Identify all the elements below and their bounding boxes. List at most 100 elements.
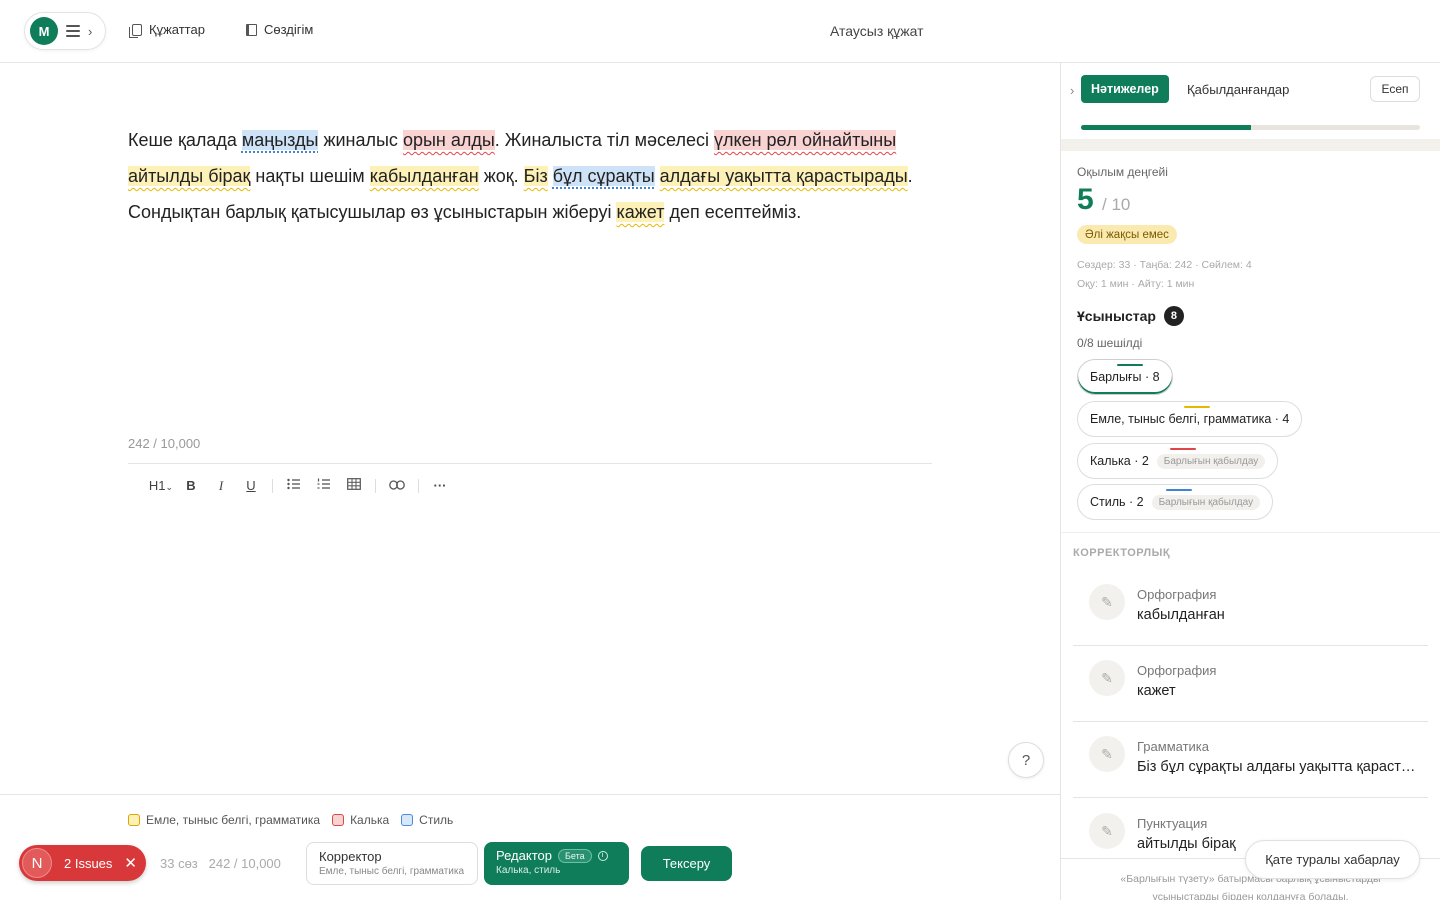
editor-text-run: деп есептейміз. — [664, 202, 802, 222]
highlighted-issue[interactable]: бұл сұрақты — [552, 166, 655, 186]
nav-dictionary[interactable]: Сөздігім — [246, 22, 313, 37]
legend-item-style: Стиль — [401, 813, 453, 827]
accept-all-style-button[interactable]: Барлығын қабылдау — [1151, 494, 1261, 510]
pencil-icon: ✎ — [1089, 736, 1125, 772]
legend-label: Емле, тыныс белгі, грамматика — [146, 813, 321, 827]
filter-chip-grammar[interactable]: Емле, тыныс белгі, грамматика · 4 — [1077, 401, 1303, 437]
highlighted-issue[interactable]: орын алды — [402, 130, 495, 150]
editor-text-run: . Жиналыста тіл мәселесі — [494, 130, 714, 150]
highlighted-issue[interactable]: маңызды — [241, 130, 319, 150]
time-stats-line: Оқу: 1 мин · Айту: 1 мин — [1077, 278, 1195, 290]
editor-text-run: нақты шешім — [250, 166, 370, 186]
text-stats-line: Сөздер: 33 · Таңба: 242 · Сөйлем: 4 — [1077, 259, 1252, 271]
report-issue-button[interactable]: Қате туралы хабарлау — [1245, 840, 1420, 879]
suggestions-title-label: Ұсыныстар — [1077, 308, 1156, 324]
mode-editor-button[interactable]: Редактор Бета i Калька, стиль — [484, 842, 629, 885]
editor-text-run: жоқ. — [478, 166, 524, 186]
info-icon[interactable]: i — [597, 850, 608, 861]
bullet-list-icon[interactable] — [279, 478, 309, 493]
filter-chip-all[interactable]: Барлығы · 8 — [1077, 359, 1173, 395]
numbered-list-icon[interactable] — [309, 478, 339, 493]
underline-button[interactable]: U — [236, 478, 266, 493]
issue-category: Орфография — [1137, 587, 1217, 602]
issues-badge[interactable]: N 2 Issues ✕ — [19, 845, 146, 881]
format-toolbar: H1⌄ B I U ··· — [128, 463, 932, 507]
issue-card[interactable]: ✎ Орфография кажет — [1073, 646, 1428, 722]
issue-text: Біз бұл сұрақты алдағы уақытта қарастыра… — [1137, 759, 1417, 775]
more-options-icon[interactable]: ··· — [425, 478, 455, 493]
issue-category: Пунктуация — [1137, 816, 1208, 831]
highlighted-issue[interactable]: кабылданған — [369, 166, 479, 186]
help-button[interactable]: ? — [1008, 742, 1044, 778]
bottom-bar: Емле, тыныс белгі, грамматика Калька Сти… — [0, 794, 1060, 900]
editor-text-area[interactable]: Кеше қалада маңызды жиналыс орын алды. Ж… — [128, 122, 918, 230]
editor-text-run: Кеше қалада — [128, 130, 242, 150]
highlighted-issue[interactable]: кажет — [616, 202, 665, 222]
issue-text: кажет — [1137, 683, 1176, 699]
highlighted-issue[interactable]: алдағы уақытта қарастырады — [659, 166, 908, 186]
documents-icon — [129, 23, 142, 38]
chip-color-mark — [1184, 406, 1210, 408]
mode-corrector-title: Корректор — [319, 849, 382, 864]
report-button[interactable]: Есеп — [1370, 76, 1420, 102]
account-menu-button[interactable]: M › — [24, 12, 106, 50]
editor-text-run: жиналыс — [318, 130, 403, 150]
book-icon — [246, 23, 257, 36]
accept-all-calque-button[interactable]: Барлығын қабылдау — [1156, 453, 1266, 469]
legend-swatch — [128, 814, 140, 826]
nav-documents[interactable]: Құжаттар — [129, 22, 205, 38]
nav-documents-label: Құжаттар — [149, 22, 205, 37]
close-icon[interactable]: ✕ — [124, 854, 137, 872]
filter-chip-style[interactable]: Стиль · 2 Барлығын қабылдау — [1077, 484, 1274, 520]
chip-label: Емле, тыныс белгі, грамматика · 4 — [1090, 412, 1290, 426]
readability-verdict: Әлі жақсы емес — [1077, 225, 1177, 244]
mode-corrector-button[interactable]: Корректор Емле, тыныс белгі, грамматика — [306, 842, 478, 885]
chip-color-mark — [1117, 364, 1143, 366]
heading-label: H1 — [148, 478, 166, 493]
tab-accepted[interactable]: Қабылданғандар — [1187, 82, 1289, 97]
nav-dictionary-label: Сөздігім — [264, 22, 314, 37]
check-button[interactable]: Тексеру — [641, 846, 732, 881]
link-icon[interactable] — [382, 478, 412, 493]
highlight-legend: Емле, тыныс белгі, грамматика Калька Сти… — [128, 813, 453, 827]
legend-swatch — [401, 814, 414, 826]
suggestions-title: Ұсыныстар 8 — [1077, 306, 1184, 326]
top-bar: M › Құжаттар Сөздігім Атаусыз құжат — [0, 0, 1440, 63]
toolbar-divider — [418, 478, 419, 493]
editor-text-run — [655, 166, 660, 186]
issue-category: Грамматика — [1137, 739, 1210, 754]
italic-button[interactable]: I — [206, 478, 236, 494]
section-divider — [1061, 532, 1440, 533]
chip-color-mark — [1170, 448, 1196, 450]
mode-editor-title: Редактор — [496, 848, 552, 863]
chevron-right-icon: › — [88, 23, 93, 39]
bold-button[interactable]: B — [176, 478, 206, 493]
legend-swatch — [332, 814, 345, 826]
highlighted-issue[interactable]: үлкен рөл ойнайтыны — [713, 130, 897, 150]
tab-results[interactable]: Нәтижелер — [1081, 75, 1169, 103]
chip-color-mark — [1166, 489, 1192, 491]
legend-item-calque: Калька — [332, 813, 389, 827]
issue-category: Орфография — [1137, 663, 1217, 678]
char-count: 242 / 10,000 — [208, 856, 281, 871]
collapse-panel-icon[interactable]: › — [1070, 83, 1074, 98]
issue-text: кабылданған — [1137, 607, 1225, 623]
issue-card[interactable]: ✎ Грамматика Біз бұл сұрақты алдағы уақы… — [1073, 722, 1428, 798]
legend-label: Стиль — [419, 813, 454, 827]
highlighted-issue[interactable]: айтылды бірақ — [128, 166, 251, 186]
heading-dropdown[interactable]: H1⌄ — [146, 478, 176, 493]
highlighted-issue[interactable]: Біз — [523, 166, 548, 186]
readability-score: 5 — [1077, 183, 1094, 216]
chip-label: Калька · 2 — [1090, 454, 1149, 468]
mode-corrector-subtitle: Емле, тыныс белгі, грамматика — [319, 866, 465, 877]
suggestions-count: 8 — [1163, 306, 1184, 326]
resolved-count: 0/8 шешілді — [1077, 336, 1143, 350]
issue-card[interactable]: ✎ Орфография кабылданған — [1073, 570, 1428, 646]
document-title[interactable]: Атаусыз құжат — [830, 23, 924, 39]
chevron-down-icon: ⌄ — [165, 482, 174, 492]
toolbar-divider — [375, 478, 376, 493]
filter-chip-calque[interactable]: Калька · 2 Барлығын қабылдау — [1077, 443, 1279, 479]
table-icon[interactable] — [339, 478, 369, 493]
editor-text-run — [548, 166, 553, 186]
hamburger-icon — [66, 25, 80, 37]
